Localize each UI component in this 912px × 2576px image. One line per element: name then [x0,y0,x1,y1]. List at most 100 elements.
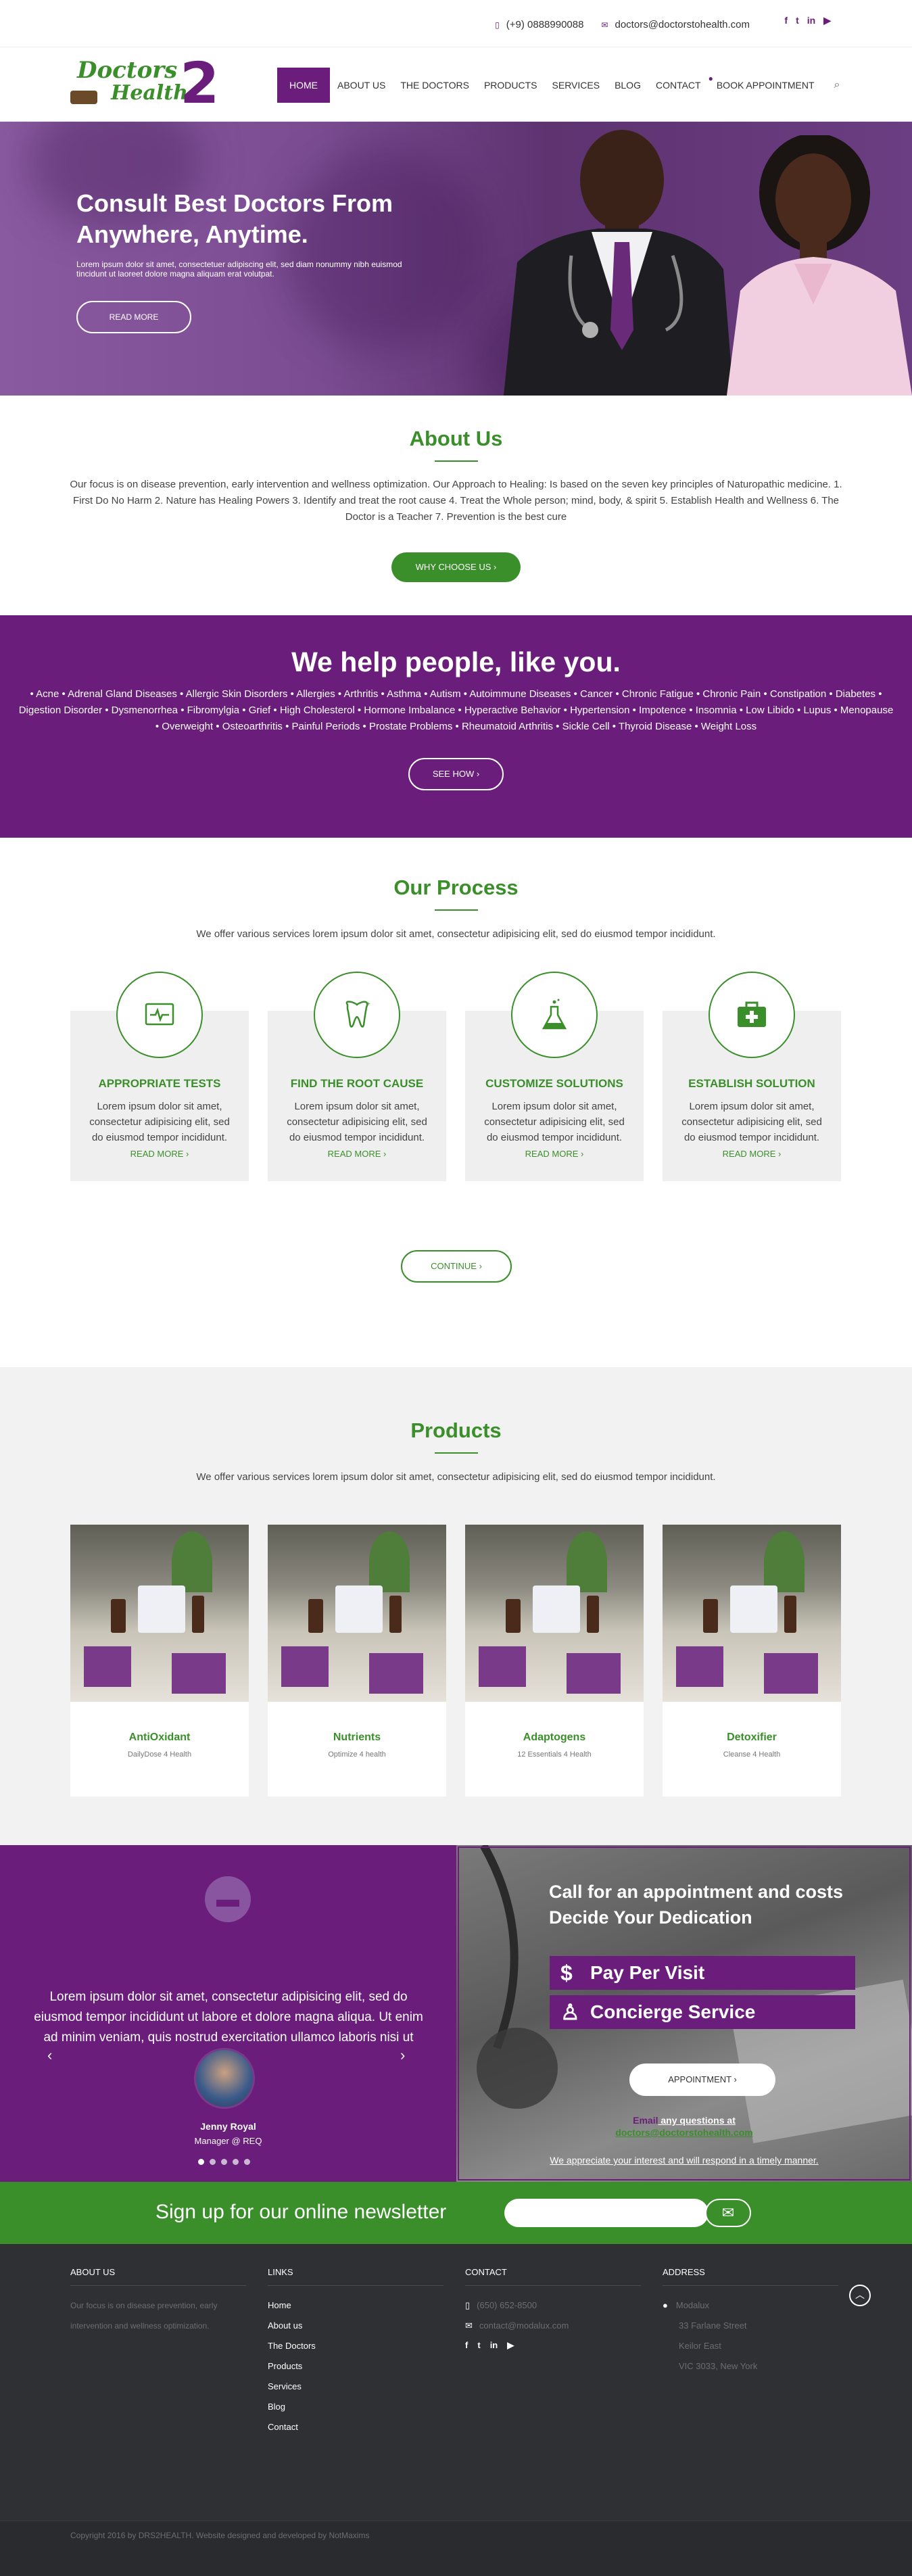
twitter-icon[interactable]: t [477,2340,480,2351]
chevron-right-icon[interactable]: › [400,2047,405,2064]
hero-text: Lorem ipsum dolor sit amet, consectetuer… [76,260,402,279]
slider-dot[interactable] [233,2159,239,2165]
footer-email[interactable]: ✉ contact@modalux.com [465,2316,644,2336]
medkit-icon [738,1001,766,1027]
title-underline [434,1452,478,1454]
slider-dots [198,2159,250,2165]
slider-dot[interactable] [210,2159,216,2165]
product-card[interactable]: Adaptogens 12 Essentials 4 Health [465,1525,644,1796]
main-menu: HOME ABOUT US THE DOCTORS PRODUCTS SERVI… [277,68,840,103]
process-card: APPROPRIATE TESTS Lorem ipsum dolor sit … [70,972,249,1181]
footer-contact-title: CONTACT [465,2267,641,2286]
top-email[interactable]: ✉ doctors@doctorstohealth.com [601,19,750,30]
male-doctor-image [504,130,734,396]
read-more-link[interactable]: READ MORE › [70,1149,249,1159]
product-name: Adaptogens [523,1732,586,1743]
appointment-email-link[interactable]: doctors@doctorstohealth.com [615,2127,752,2138]
nav-blog[interactable]: BLOG [607,68,648,103]
read-more-link[interactable]: READ MORE › [663,1149,841,1159]
card-title: CUSTOMIZE SOLUTIONS [485,1077,623,1090]
product-image [70,1525,249,1702]
facebook-icon[interactable]: f [465,2340,468,2351]
main-navbar: Doctors Health 2 HOME ABOUT US THE DOCTO… [0,47,912,122]
top-bar: ▯ (+9) 0888990088 ✉ doctors@doctorstohealt… [0,0,912,47]
concierge-service-option[interactable]: ♙ Concierge Service [550,1995,855,2029]
product-tagline: 12 Essentials 4 Health [517,1750,592,1759]
footer-link-home[interactable]: Home [268,2295,446,2316]
footer-address-block: ● Modalux 33 Farlane Street Keilor East V… [663,2300,758,2371]
read-more-link[interactable]: READ MORE › [268,1149,446,1159]
footer-link-contact[interactable]: Contact [268,2417,446,2437]
products-section: Products We offer various services lorem… [0,1367,912,1845]
footer-link-blog[interactable]: Blog [268,2397,446,2417]
card-text: Lorem ipsum dolor sit amet, consectetur … [287,1101,427,1143]
card-title: APPROPRIATE TESTS [98,1077,221,1090]
card-text: Lorem ipsum dolor sit amet, consectetur … [484,1101,625,1143]
top-phone[interactable]: ▯ (+9) 0888990088 [495,19,583,30]
nav-about-us[interactable]: ABOUT US [330,68,393,103]
product-image [268,1525,446,1702]
appointment-panel: Call for an appointment and costs Decide… [456,1845,912,2182]
why-choose-us-button[interactable]: WHY CHOOSE US › [391,552,521,582]
footer-link-about[interactable]: About us [268,2316,446,2336]
footer-social: f t in ▶ [465,2340,644,2351]
slider-dot[interactable] [244,2159,250,2165]
footer-about: ABOUT US Our focus is on disease prevent… [70,2267,249,2336]
slider-dot[interactable] [198,2159,204,2165]
read-more-link[interactable]: READ MORE › [465,1149,644,1159]
product-image [663,1525,841,1702]
process-subtitle: We offer various services lorem ipsum do… [196,928,716,940]
flask-icon [511,972,598,1058]
footer-link-doctors[interactable]: The Doctors [268,2336,446,2356]
footer-links: LINKS Home About us The Doctors Products… [268,2267,446,2437]
pay-per-visit-option[interactable]: $ Pay Per Visit [550,1956,855,1990]
card-text: Lorem ipsum dolor sit amet, consectetur … [681,1101,822,1143]
linkedin-icon[interactable]: in [807,15,815,26]
testimonial-name: Jenny Royal [200,2121,256,2132]
hero-read-more-button[interactable]: READ MORE [76,301,191,333]
map-pin-icon: ● [663,2300,668,2310]
nav-products[interactable]: PRODUCTS [477,68,545,103]
send-envelope-icon[interactable]: ✉ [705,2199,751,2227]
product-card[interactable]: Detoxifier Cleanse 4 Health [663,1525,841,1796]
medkit-icon [709,972,795,1058]
chevron-left-icon[interactable]: ‹ [47,2047,52,2064]
about-title: About Us [409,427,503,450]
site-logo[interactable]: Doctors Health 2 [70,50,226,116]
youtube-icon[interactable]: ▶ [823,15,831,26]
footer-address-title: ADDRESS [663,2267,838,2286]
product-card[interactable]: Nutrients Optimize 4 health [268,1525,446,1796]
title-underline [434,460,478,462]
continue-button[interactable]: CONTINUE › [401,1250,512,1283]
flask-icon [542,999,567,1030]
footer-link-services[interactable]: Services [268,2377,446,2397]
product-card[interactable]: AntiOxidant DailyDose 4 Health [70,1525,249,1796]
logo-text-health: Health [111,81,188,105]
slider-dot[interactable] [221,2159,227,2165]
hero-banner: Consult Best Doctors From Anywhere, Anyt… [0,122,912,396]
newsletter-bar: Sign up for our online newsletter ✉ [0,2182,912,2244]
footer-address: ADDRESS ● Modalux 33 Farlane Street Keilo… [663,2267,841,2377]
nav-home[interactable]: HOME [277,68,330,103]
nav-book-appointment[interactable]: BOOK APPOINTMENT [709,68,822,103]
product-name: AntiOxidant [128,1732,191,1743]
nav-services[interactable]: SERVICES [545,68,608,103]
search-icon[interactable]: ⌕ [834,79,840,91]
see-how-button[interactable]: SEE HOW › [408,758,504,790]
twitter-icon[interactable]: t [796,15,799,26]
hero-title: Consult Best Doctors From Anywhere, Anyt… [76,189,393,248]
nav-the-doctors[interactable]: THE DOCTORS [393,68,477,103]
monitor-pulse-icon [116,972,203,1058]
appointment-button[interactable]: APPOINTMENT › [629,2064,775,2096]
nav-contact[interactable]: CONTACT [648,68,709,103]
about-text: Our focus is on disease prevention, earl… [70,479,842,523]
facebook-icon[interactable]: f [784,15,788,26]
youtube-icon[interactable]: ▶ [507,2340,514,2351]
newsletter-email-input[interactable] [504,2199,709,2227]
footer-link-products[interactable]: Products [268,2356,446,2377]
process-card: + FIND THE ROOT CAUSE Lorem ipsum dolor … [268,972,446,1181]
chevron-up-icon[interactable]: ︿ [849,2285,871,2306]
linkedin-icon[interactable]: in [490,2340,498,2351]
footer-links-title: LINKS [268,2267,443,2286]
copyright-bar: Copyright 2016 by DRS2HEALTH. Website de… [0,2521,912,2576]
